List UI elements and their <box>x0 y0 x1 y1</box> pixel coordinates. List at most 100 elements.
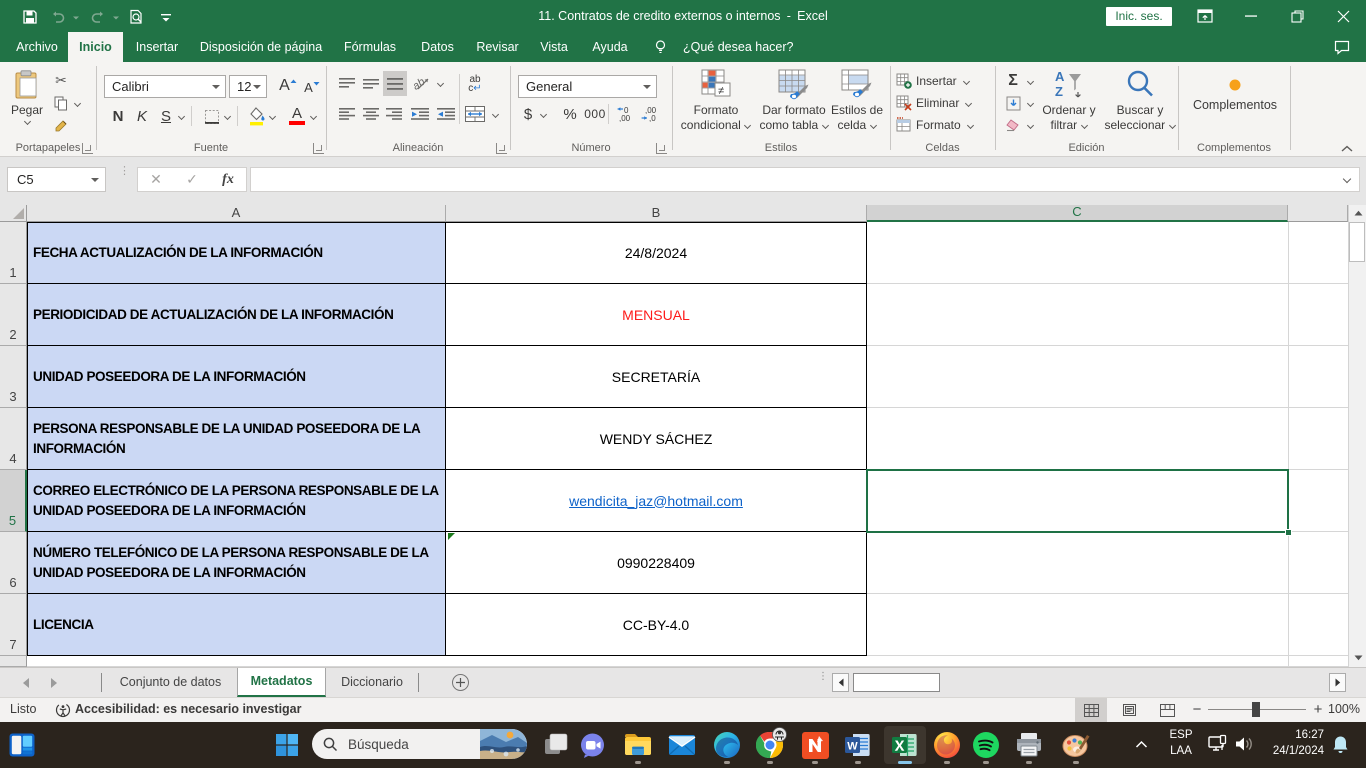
selected-cell-c5[interactable] <box>866 469 1289 533</box>
tell-me-search[interactable]: ¿Qué desea hacer? <box>683 32 794 62</box>
start-icon[interactable] <box>273 731 301 759</box>
align-top-icon[interactable] <box>336 74 358 94</box>
cell-b4[interactable]: WENDY SÁCHEZ <box>446 408 867 470</box>
fill-color-icon[interactable] <box>246 105 268 127</box>
cell-a4[interactable]: PERSONA RESPONSABLE DE LA UNIDAD POSEEDO… <box>27 408 446 470</box>
sheet-nav-right-icon[interactable] <box>51 678 57 688</box>
fill-handle[interactable] <box>1285 529 1292 536</box>
row-header-1[interactable]: 1 <box>0 222 27 284</box>
cell-a6[interactable]: NÚMERO TELEFÓNICO DE LA PERSONA RESPONSA… <box>27 532 446 594</box>
zoom-out-icon[interactable]: − <box>1189 701 1205 717</box>
row-header-3[interactable]: 3 <box>0 346 27 408</box>
format-cells-button[interactable]: Formato <box>896 115 974 135</box>
increase-indent-icon[interactable] <box>434 104 458 124</box>
tab-insertar[interactable]: Insertar <box>126 32 188 62</box>
align-middle-icon[interactable] <box>360 74 382 94</box>
paint-icon[interactable] <box>1062 731 1090 759</box>
chat-icon[interactable] <box>578 731 606 759</box>
minimize-button[interactable] <box>1228 0 1274 32</box>
tab-disposicion[interactable]: Disposición de página <box>192 32 330 62</box>
column-header-a[interactable]: A <box>27 205 446 222</box>
accessibility-status[interactable]: Accesibilidad: es necesario investigar <box>75 702 302 716</box>
tab-inicio[interactable]: Inicio <box>68 32 123 62</box>
word-icon[interactable]: W <box>844 731 872 759</box>
tab-archivo[interactable]: Archivo <box>8 32 66 62</box>
excel-icon[interactable] <box>891 731 919 759</box>
ribbon-display-options-button[interactable] <box>1182 0 1228 32</box>
dropdown-chevron-icon[interactable] <box>540 111 547 118</box>
wrap-text-icon[interactable]: abc↵ <box>462 71 488 97</box>
cell-b6[interactable]: 0990228409 <box>446 532 867 594</box>
row-header-4[interactable]: 4 <box>0 408 27 470</box>
dropdown-chevron-icon[interactable] <box>1027 100 1034 107</box>
addins-button[interactable]: Complementos <box>1186 66 1284 148</box>
italic-button[interactable]: K <box>133 106 151 126</box>
cell-styles-button[interactable]: Estilos decelda <box>822 66 892 148</box>
cut-icon[interactable]: ✂ <box>51 71 71 89</box>
sheet-tab-metadatos[interactable]: Metadatos <box>237 668 326 697</box>
spotify-icon[interactable] <box>972 731 1000 759</box>
dropdown-chevron-icon[interactable] <box>1027 78 1034 85</box>
find-select-button[interactable]: Buscar yseleccionar <box>1104 66 1176 148</box>
chrome-icon[interactable] <box>756 731 784 759</box>
mail-icon[interactable] <box>668 731 696 759</box>
align-bottom-icon-selected[interactable] <box>383 71 407 96</box>
cell-b3[interactable]: SECRETARÍA <box>446 346 867 408</box>
clear-icon[interactable] <box>1003 116 1023 134</box>
row-header-7[interactable]: 7 <box>0 594 27 656</box>
dropdown-chevron-icon[interactable] <box>178 113 185 120</box>
zoom-level[interactable]: 100% <box>1326 702 1360 716</box>
save-icon[interactable] <box>22 9 38 25</box>
column-header-b[interactable]: B <box>446 205 867 222</box>
cell-a3[interactable]: UNIDAD POSEEDORA DE LA INFORMACIÓN <box>27 346 446 408</box>
task-view-icon[interactable] <box>542 731 570 759</box>
dropdown-chevron-icon[interactable] <box>269 113 276 120</box>
font-color-icon[interactable]: A <box>286 104 308 128</box>
font-name-combo[interactable]: Calibri <box>104 75 226 98</box>
dropdown-chevron-icon[interactable] <box>1027 122 1034 129</box>
search-box[interactable]: Búsqueda <box>312 729 527 759</box>
percent-format-icon[interactable]: % <box>560 104 580 124</box>
tray-chevron-icon[interactable] <box>1133 738 1149 750</box>
row-header-2[interactable]: 2 <box>0 284 27 346</box>
firefox-icon[interactable] <box>933 731 961 759</box>
close-button[interactable] <box>1320 0 1366 32</box>
conditional-formatting-button[interactable]: ≠ Formatocondicional <box>678 66 754 148</box>
underline-button[interactable]: S <box>157 106 175 126</box>
new-sheet-icon[interactable] <box>452 674 469 691</box>
redo-icon[interactable] <box>90 9 106 25</box>
nitro-pdf-icon[interactable] <box>801 731 829 759</box>
expand-formula-bar-icon[interactable] <box>1343 175 1353 185</box>
fill-down-icon[interactable] <box>1003 94 1023 112</box>
normal-view-icon[interactable] <box>1075 698 1107 722</box>
page-layout-view-icon[interactable] <box>1113 698 1145 722</box>
tab-ayuda[interactable]: Ayuda <box>582 32 638 62</box>
zoom-slider-handle[interactable] <box>1252 702 1260 717</box>
tab-vista[interactable]: Vista <box>530 32 578 62</box>
row-header-6[interactable]: 6 <box>0 532 27 594</box>
sign-in-button[interactable]: Inic. ses. <box>1106 7 1172 26</box>
orientation-icon[interactable]: ab <box>412 72 434 94</box>
cell-a5[interactable]: CORREO ELECTRÓNICO DE LA PERSONA RESPONS… <box>27 470 446 532</box>
speaker-icon[interactable] <box>1233 733 1255 755</box>
scroll-up-icon[interactable] <box>1350 205 1366 221</box>
network-display-icon[interactable] <box>1207 733 1229 755</box>
undo-icon[interactable] <box>50 9 66 25</box>
row-header-8[interactable] <box>0 656 27 667</box>
namebox-resize-handle[interactable]: ⋮ <box>119 169 123 191</box>
dropdown-chevron-icon[interactable] <box>74 100 81 107</box>
autosum-icon[interactable]: Σ <box>1003 72 1023 90</box>
tab-datos[interactable]: Datos <box>410 32 465 62</box>
format-as-table-button[interactable]: Dar formatocomo tabla <box>756 66 832 148</box>
collapse-ribbon-icon[interactable] <box>1340 142 1356 156</box>
merge-center-icon[interactable] <box>463 103 487 125</box>
search-highlight-image[interactable] <box>480 729 527 759</box>
tray-clock[interactable]: 16:27 24/1/2024 <box>1258 727 1324 759</box>
sheet-tab-diccionario[interactable]: Diccionario <box>327 668 417 697</box>
insert-cells-button[interactable]: Insertar <box>896 71 970 91</box>
decrease-decimal-icon[interactable]: ,00,0 <box>637 103 659 125</box>
zoom-in-icon[interactable]: + <box>1310 701 1326 717</box>
restore-button[interactable] <box>1274 0 1320 32</box>
dropdown-chevron-icon[interactable] <box>437 80 444 87</box>
font-size-combo[interactable]: 12 <box>229 75 267 98</box>
